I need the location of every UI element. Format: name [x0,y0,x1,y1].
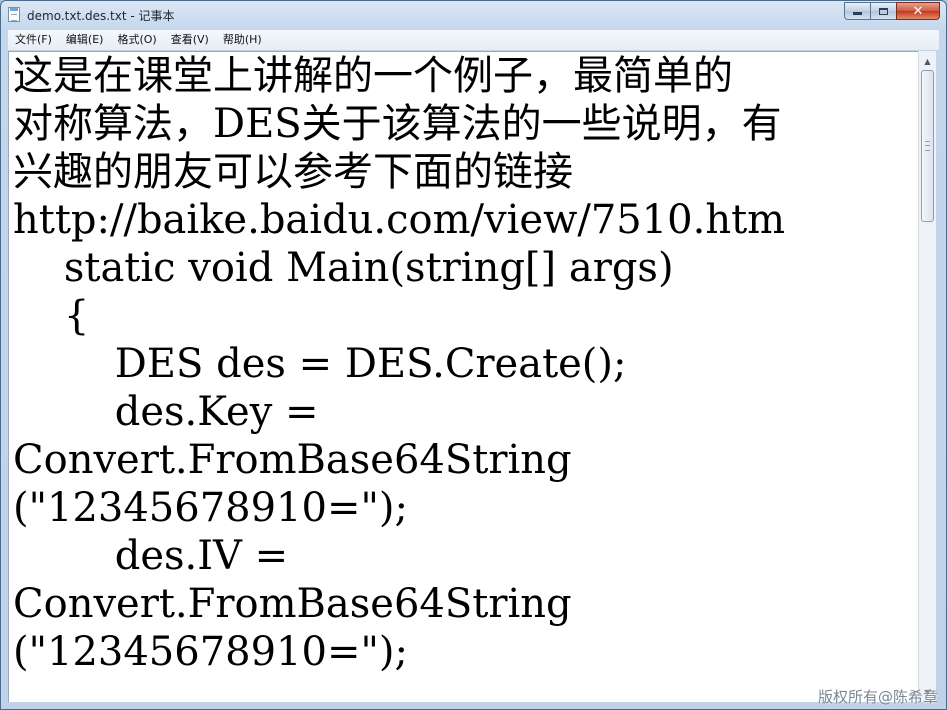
close-button[interactable]: ✕ [896,2,940,20]
menu-edit[interactable]: 编辑(E) [59,30,111,50]
editor-line: des.Key = [13,389,319,435]
menu-view[interactable]: 查看(V) [164,30,216,50]
caption-buttons: ✕ [844,2,940,20]
watermark: 版权所有@陈希章 [817,688,938,706]
editor-line: ("12345678910="); [13,629,408,675]
editor-line: { [13,293,90,339]
editor-line: ("12345678910="); [13,485,408,531]
editor-content[interactable]: 这是在课堂上讲解的一个例子，最简单的 对称算法，DES关于该算法的一些说明，有 … [9,52,918,676]
menu-help[interactable]: 帮助(H) [216,30,269,50]
text-editor[interactable]: 这是在课堂上讲解的一个例子，最简单的 对称算法，DES关于该算法的一些说明，有 … [8,51,918,702]
editor-line: 这是在课堂上讲解的一个例子，最简单的 [13,53,733,99]
editor-line: Convert.FromBase64String [13,437,572,483]
scroll-up-icon[interactable]: ▲ [920,53,935,69]
menu-file[interactable]: 文件(F) [8,30,59,50]
editor-line: des.IV = [13,533,289,579]
editor-line: 兴趣的朋友可以参考下面的链接 [13,149,573,195]
minimize-button[interactable] [844,2,871,20]
editor-line: DES des = DES.Create(); [13,341,627,387]
vertical-scrollbar[interactable]: ▲ ▼ [918,51,936,702]
scroll-thumb[interactable] [921,70,934,222]
grip-icon [925,141,930,151]
menu-bar: 文件(F) 编辑(E) 格式(O) 查看(V) 帮助(H) [8,30,939,51]
minimize-icon [853,12,862,15]
editor-line: http://baike.baidu.com/view/7510.htm [13,197,786,243]
window-title: demo.txt.des.txt - 记事本 [27,9,175,23]
maximize-icon [879,7,888,15]
title-bar[interactable]: demo.txt.des.txt - 记事本 ✕ [1,1,946,29]
editor-line: 对称算法，DES关于该算法的一些说明，有 [13,101,782,147]
notepad-window: demo.txt.des.txt - 记事本 ✕ 文件(F) 编辑(E) 格式(… [0,0,947,710]
maximize-button[interactable] [870,2,897,20]
menu-format[interactable]: 格式(O) [110,30,163,50]
close-icon: ✕ [912,3,924,19]
notepad-icon[interactable] [8,7,20,22]
editor-line: static void Main(string[] args) [13,245,674,291]
editor-line: Convert.FromBase64String [13,581,572,627]
